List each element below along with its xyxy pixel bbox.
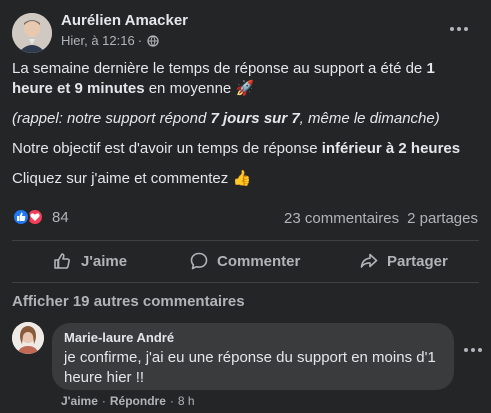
dot-icon — [450, 27, 454, 31]
share-button-label: Partager — [387, 252, 448, 270]
comment-icon — [190, 252, 208, 270]
comment-bubble: Marie-laure André je confirme, j'ai eu u… — [52, 323, 454, 390]
post-options-button[interactable] — [445, 19, 473, 39]
post-body: La semaine dernière le temps de réponse … — [12, 59, 478, 199]
post-paragraph-4: Cliquez sur j'aime et commentez 👍 — [12, 169, 478, 189]
dot-icon — [457, 27, 461, 31]
footer-separator: · — [101, 394, 106, 408]
meta-separator: · — [137, 33, 143, 48]
shares-count-link[interactable]: 2 partages — [407, 210, 478, 227]
post-meta: Hier, à 12:16 · — [61, 33, 159, 48]
text-span: Cliquez sur j'aime et commentez — [12, 170, 233, 187]
comment-footer: J'aime · Répondre · 8 h — [61, 394, 195, 408]
rocket-emoji: 🚀 — [235, 80, 255, 97]
post-paragraph-3: Notre objectif est d'avoir un temps de r… — [12, 139, 478, 159]
comment-reply-link[interactable]: Répondre — [110, 394, 166, 408]
post-stats: 23 commentaires 2 partages — [284, 210, 478, 227]
comments-count-link[interactable]: 23 commentaires — [284, 210, 399, 227]
comment-author[interactable]: Marie-laure André — [64, 330, 442, 346]
dot-icon — [478, 348, 482, 352]
share-button[interactable]: Partager — [359, 250, 448, 272]
like-icon — [12, 208, 30, 226]
post-timestamp[interactable]: Hier, à 12:16 — [61, 33, 135, 48]
author-name[interactable]: Aurélien Amacker — [61, 12, 188, 29]
commenter-avatar[interactable] — [12, 322, 44, 354]
dot-icon — [464, 27, 468, 31]
comment-button[interactable]: Commenter — [189, 250, 300, 272]
globe-icon — [147, 34, 159, 47]
dot-icon — [471, 348, 475, 352]
reaction-count: 84 — [52, 208, 69, 226]
bold-text: 7 jours sur 7 — [210, 110, 300, 127]
post-card: Aurélien Amacker Hier, à 12:16 · La sema… — [0, 0, 491, 413]
text-span: (rappel: notre support répond — [12, 110, 211, 127]
comment-like-link[interactable]: J'aime — [61, 394, 98, 408]
text-span: Notre objectif est d'avoir un temps de r… — [12, 140, 322, 157]
share-icon — [360, 253, 378, 268]
comment-text: je confirme, j'ai eu une réponse du supp… — [64, 349, 436, 386]
comment-time[interactable]: 8 h — [178, 394, 195, 408]
author-avatar[interactable] — [12, 13, 52, 53]
text-span: , même le dimanche) — [299, 110, 440, 127]
view-more-comments-link[interactable]: Afficher 19 autres commentaires — [12, 293, 245, 310]
thumbs-up-emoji: 👍 — [232, 170, 252, 187]
thumbs-up-icon — [54, 253, 70, 269]
text-span: en moyenne — [144, 80, 236, 97]
comment-options-button[interactable] — [464, 348, 482, 352]
post-paragraph-1: La semaine dernière le temps de réponse … — [12, 59, 478, 99]
reactions-summary[interactable]: 84 — [12, 208, 69, 226]
bold-text: inférieur à 2 heures — [321, 140, 461, 157]
text-span: La semaine dernière le temps de réponse … — [12, 60, 427, 77]
post-paragraph-2: (rappel: notre support répond 7 jours su… — [12, 109, 478, 129]
comment-button-label: Commenter — [217, 252, 301, 270]
like-button-label: J'aime — [81, 252, 128, 270]
divider — [12, 282, 479, 283]
footer-separator: · — [169, 394, 174, 408]
dot-icon — [464, 348, 468, 352]
like-button[interactable]: J'aime — [53, 250, 127, 272]
divider — [12, 240, 479, 241]
